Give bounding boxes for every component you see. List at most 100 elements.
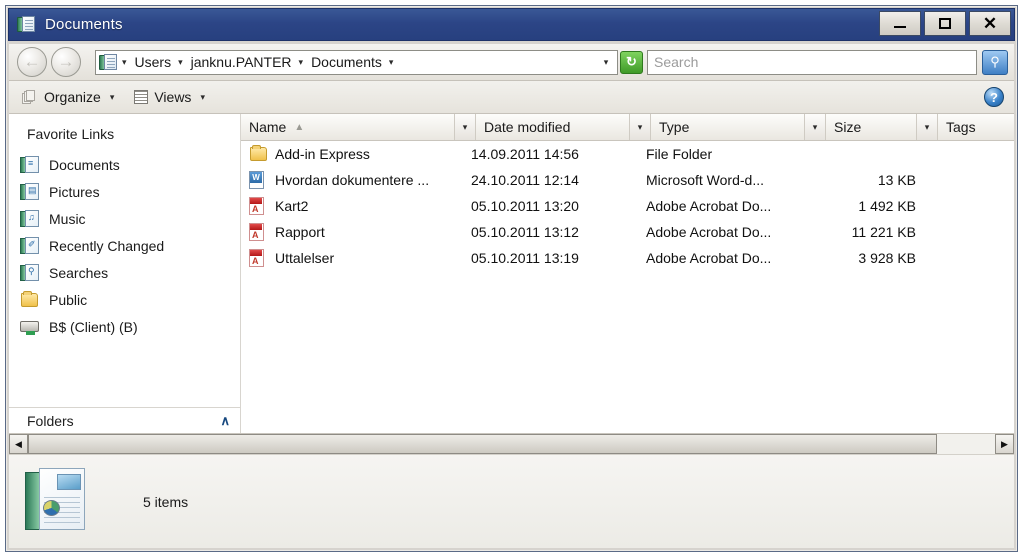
file-rows: Add-in Express 14.09.2011 14:56 File Fol… bbox=[241, 141, 1014, 433]
sidebar-item-label: B$ (Client) (B) bbox=[49, 318, 138, 335]
column-filter-date-modified[interactable]: ▾ bbox=[630, 114, 651, 140]
refresh-button[interactable]: ↻ bbox=[620, 50, 643, 74]
column-header-label: Size bbox=[834, 119, 862, 135]
public-folder-icon bbox=[20, 290, 40, 309]
address-dropdown-icon[interactable]: ▾ bbox=[595, 51, 617, 74]
horizontal-scrollbar[interactable]: ◀ ▶ bbox=[9, 433, 1014, 454]
sidebar-item-recently-changed[interactable]: ✐ Recently Changed bbox=[9, 232, 240, 259]
table-row[interactable]: W Hvordan dokumentere ... 24.10.2011 12:… bbox=[241, 167, 1014, 193]
searches-folder-icon: ⚲ bbox=[20, 263, 40, 282]
breadcrumb-arrow-2[interactable]: ▾ bbox=[294, 57, 310, 68]
scrollbar-thumb[interactable] bbox=[28, 434, 937, 454]
file-date-cell: 24.10.2011 12:14 bbox=[471, 172, 579, 188]
file-name-cell: W Hvordan dokumentere ... bbox=[241, 171, 471, 189]
close-icon: ✕ bbox=[982, 14, 998, 33]
address-bar[interactable]: ▾ Users ▾ janknu.PANTER ▾ Documents ▾ ▾ bbox=[95, 49, 618, 75]
help-button[interactable]: ? bbox=[984, 87, 1004, 107]
scrollbar-track[interactable] bbox=[28, 434, 995, 454]
search-button[interactable]: ⚲ bbox=[982, 49, 1008, 75]
network-drive-icon bbox=[20, 318, 40, 336]
column-filter-size[interactable]: ▾ bbox=[917, 114, 938, 140]
recently-changed-folder-icon: ✐ bbox=[20, 236, 40, 255]
table-row[interactable]: A Kart2 05.10.2011 13:20 Adobe Acrobat D… bbox=[241, 193, 1014, 219]
table-row[interactable]: A Uttalelser 05.10.2011 13:19 Adobe Acro… bbox=[241, 245, 1014, 271]
favorite-links-heading: Favorite Links bbox=[27, 126, 115, 142]
column-header-tags[interactable]: Tags bbox=[938, 114, 1014, 140]
pictures-overlay-icon: ▤ bbox=[28, 184, 37, 195]
forward-button[interactable]: → bbox=[51, 47, 81, 77]
address-folder-icon bbox=[99, 53, 117, 71]
sidebar-item-label: Recently Changed bbox=[49, 237, 165, 254]
file-type-cell: File Folder bbox=[646, 146, 713, 162]
sidebar-item-label: Public bbox=[49, 291, 88, 308]
file-type-cell: Adobe Acrobat Do... bbox=[646, 250, 772, 266]
pencil-icon: ✐ bbox=[28, 238, 36, 249]
sidebar-item-music[interactable]: ♫ Music bbox=[9, 205, 240, 232]
back-button[interactable]: ← bbox=[17, 47, 47, 77]
sidebar-item-searches[interactable]: ⚲ Searches bbox=[9, 259, 240, 286]
file-type-cell: Adobe Acrobat Do... bbox=[646, 198, 772, 214]
item-count-label: 5 items bbox=[143, 493, 189, 510]
pdf-document-icon: A bbox=[249, 197, 268, 215]
minimize-icon bbox=[894, 26, 906, 28]
breadcrumb-item-user[interactable]: janknu.PANTER bbox=[189, 54, 294, 70]
command-toolbar: Organize ▾ Views ▾ ? bbox=[9, 81, 1014, 114]
chevron-down-icon: ▾ bbox=[200, 91, 205, 102]
music-note-icon: ♫ bbox=[28, 211, 35, 222]
file-name-cell: A Kart2 bbox=[241, 197, 471, 215]
file-name-cell: A Uttalelser bbox=[241, 249, 471, 267]
file-name-cell: Add-in Express bbox=[241, 145, 471, 163]
file-date-cell: 05.10.2011 13:19 bbox=[471, 250, 579, 266]
file-type-cell: Adobe Acrobat Do... bbox=[646, 224, 772, 240]
folders-pane-toggle[interactable]: Folders ∧ bbox=[9, 407, 240, 433]
table-row[interactable]: A Rapport 05.10.2011 13:12 Adobe Acrobat… bbox=[241, 219, 1014, 245]
scroll-left-button[interactable]: ◀ bbox=[9, 434, 28, 454]
column-filter-name[interactable]: ▾ bbox=[455, 114, 476, 140]
column-header-label: Tags bbox=[946, 119, 976, 135]
search-box[interactable] bbox=[647, 49, 977, 75]
music-folder-icon: ♫ bbox=[20, 209, 40, 228]
column-header-type[interactable]: Type bbox=[651, 114, 805, 140]
close-button[interactable]: ✕ bbox=[969, 11, 1011, 36]
file-size-cell: 13 KB bbox=[877, 172, 916, 188]
minimize-button[interactable] bbox=[879, 11, 921, 36]
table-row[interactable]: Add-in Express 14.09.2011 14:56 File Fol… bbox=[241, 141, 1014, 167]
views-button[interactable]: Views ▾ bbox=[127, 84, 212, 110]
maximize-button[interactable] bbox=[924, 11, 966, 36]
sidebar-item-documents[interactable]: ≡ Documents bbox=[9, 151, 240, 178]
file-name: Uttalelser bbox=[275, 250, 335, 266]
breadcrumb-item-users[interactable]: Users bbox=[133, 54, 174, 70]
breadcrumb-item-documents[interactable]: Documents bbox=[309, 54, 384, 70]
sidebar-item-network-drive[interactable]: B$ (Client) (B) bbox=[9, 313, 240, 340]
column-header-name[interactable]: Name ▲ bbox=[241, 114, 455, 140]
sidebar-item-public[interactable]: Public bbox=[9, 286, 240, 313]
file-list-pane: Name ▲ ▾ Date modified ▾ Type ▾ Size ▾ T… bbox=[241, 114, 1014, 433]
scroll-right-button[interactable]: ▶ bbox=[995, 434, 1014, 454]
breadcrumb-arrow-1[interactable]: ▾ bbox=[173, 57, 189, 68]
column-filter-type[interactable]: ▾ bbox=[805, 114, 826, 140]
sidebar-item-label: Documents bbox=[49, 156, 120, 173]
breadcrumb-arrow-0[interactable]: ▾ bbox=[117, 57, 133, 68]
breadcrumb: ▾ Users ▾ janknu.PANTER ▾ Documents ▾ bbox=[117, 54, 399, 70]
views-label: Views bbox=[154, 89, 192, 105]
breadcrumb-arrow-3[interactable]: ▾ bbox=[384, 57, 400, 68]
column-header-size[interactable]: Size bbox=[826, 114, 917, 140]
file-name: Kart2 bbox=[275, 198, 309, 214]
sidebar-item-label: Music bbox=[49, 210, 86, 227]
arrow-right-icon: → bbox=[57, 52, 75, 71]
chevron-up-icon: ∧ bbox=[220, 412, 230, 428]
documents-folder-icon bbox=[17, 15, 37, 35]
file-size-cell: 3 928 KB bbox=[858, 250, 916, 266]
pictures-folder-icon: ▤ bbox=[20, 182, 40, 201]
favorite-links-pane: Favorite Links ≡ Documents ▤ Pictures ♫ … bbox=[9, 114, 241, 433]
sidebar-item-pictures[interactable]: ▤ Pictures bbox=[9, 178, 240, 205]
title-bar[interactable]: Documents ✕ bbox=[8, 8, 1015, 41]
file-name: Add-in Express bbox=[275, 146, 370, 162]
organize-button[interactable]: Organize ▾ bbox=[15, 84, 121, 110]
column-header-label: Name bbox=[249, 119, 287, 135]
column-header-date-modified[interactable]: Date modified bbox=[476, 114, 630, 140]
window-controls: ✕ bbox=[879, 11, 1011, 36]
window-title: Documents bbox=[45, 16, 123, 33]
column-header-label: Type bbox=[659, 119, 690, 135]
search-input[interactable] bbox=[648, 54, 976, 70]
